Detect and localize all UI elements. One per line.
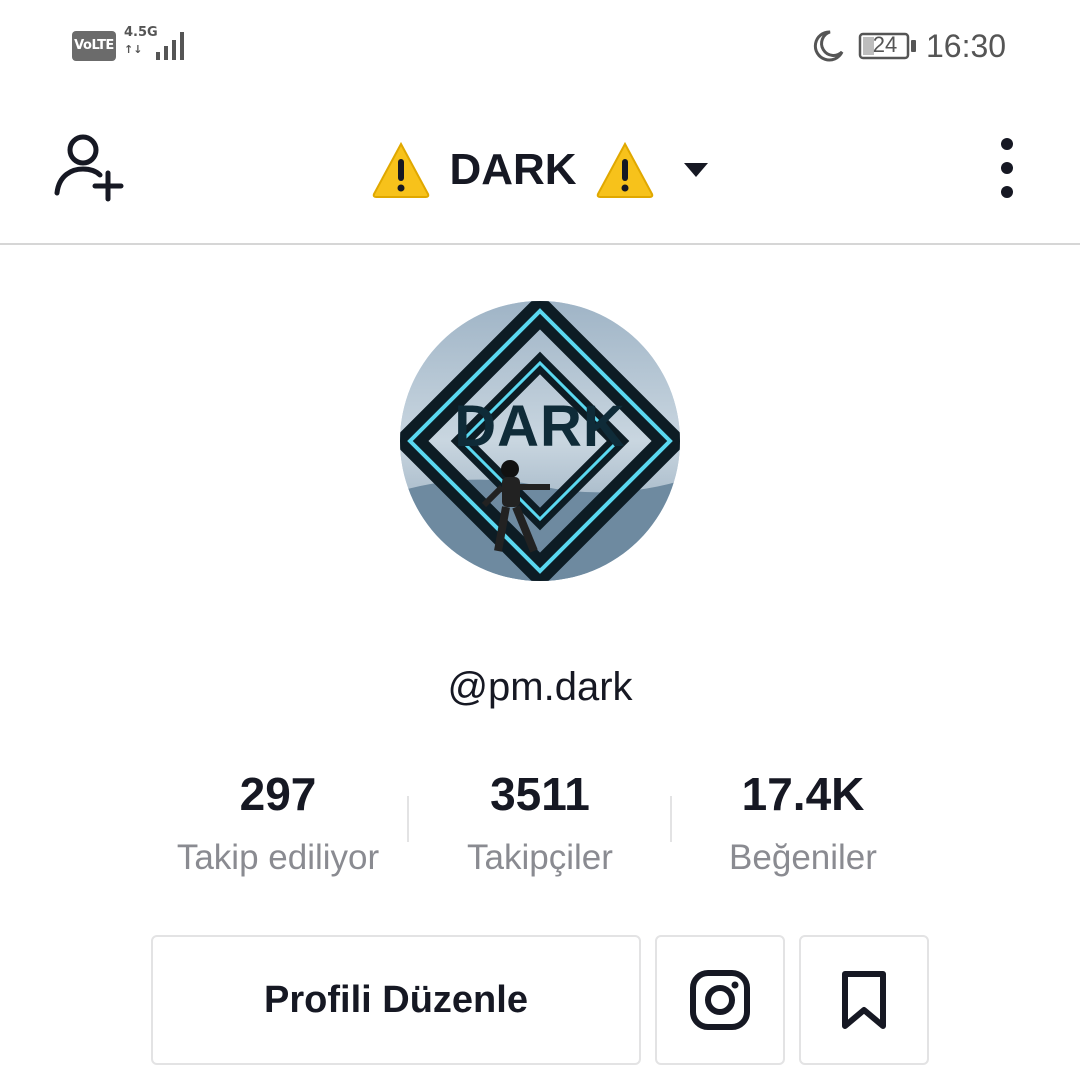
battery-level: 24 xyxy=(872,32,898,57)
more-vertical-icon[interactable] xyxy=(996,135,1018,201)
network-indicator: 4.5G ↑↓ xyxy=(124,26,158,57)
edit-profile-label: Profili Düzenle xyxy=(264,978,528,1021)
warning-icon xyxy=(596,141,653,198)
stat-value: 17.4K xyxy=(741,768,865,820)
stat-divider xyxy=(670,796,672,842)
username: @pm.dark xyxy=(447,665,633,709)
edit-profile-button[interactable]: Profili Düzenle xyxy=(151,935,641,1065)
stat-label: Takipçiler xyxy=(467,838,613,877)
stat-label: Takip ediliyor xyxy=(176,838,380,877)
clock: 16:30 xyxy=(926,28,1007,64)
bookmark-button[interactable] xyxy=(799,935,929,1065)
network-type: 4.5G xyxy=(124,25,158,40)
instagram-button[interactable] xyxy=(655,935,785,1065)
status-bar: VoLTE 4.5G ↑↓ 24 16:30 xyxy=(0,0,1080,95)
moon-icon xyxy=(813,30,844,62)
stat-followers[interactable]: 3511 Takipçiler xyxy=(440,766,640,880)
signal-icon xyxy=(156,32,184,60)
avatar[interactable]: DARK xyxy=(400,301,680,581)
account-name: DARK xyxy=(449,145,577,194)
stat-value: 297 xyxy=(239,768,317,820)
stat-following[interactable]: 297 Takip ediliyor xyxy=(160,766,396,880)
volte-indicator: VoLTE xyxy=(72,31,116,61)
avatar-text: DARK xyxy=(454,394,626,459)
bookmark-icon xyxy=(842,971,886,1029)
instagram-icon xyxy=(690,970,750,1030)
warning-icon xyxy=(373,141,430,198)
network-arrows: ↑↓ xyxy=(124,43,143,56)
account-switcher[interactable]: DARK xyxy=(0,135,1080,205)
caret-down-icon[interactable] xyxy=(683,161,709,179)
top-nav: DARK xyxy=(0,95,1080,245)
stat-likes[interactable]: 17.4K Beğeniler xyxy=(700,766,906,880)
stat-value: 3511 xyxy=(490,768,590,820)
stat-divider xyxy=(407,796,409,842)
stat-label: Beğeniler xyxy=(729,838,877,877)
